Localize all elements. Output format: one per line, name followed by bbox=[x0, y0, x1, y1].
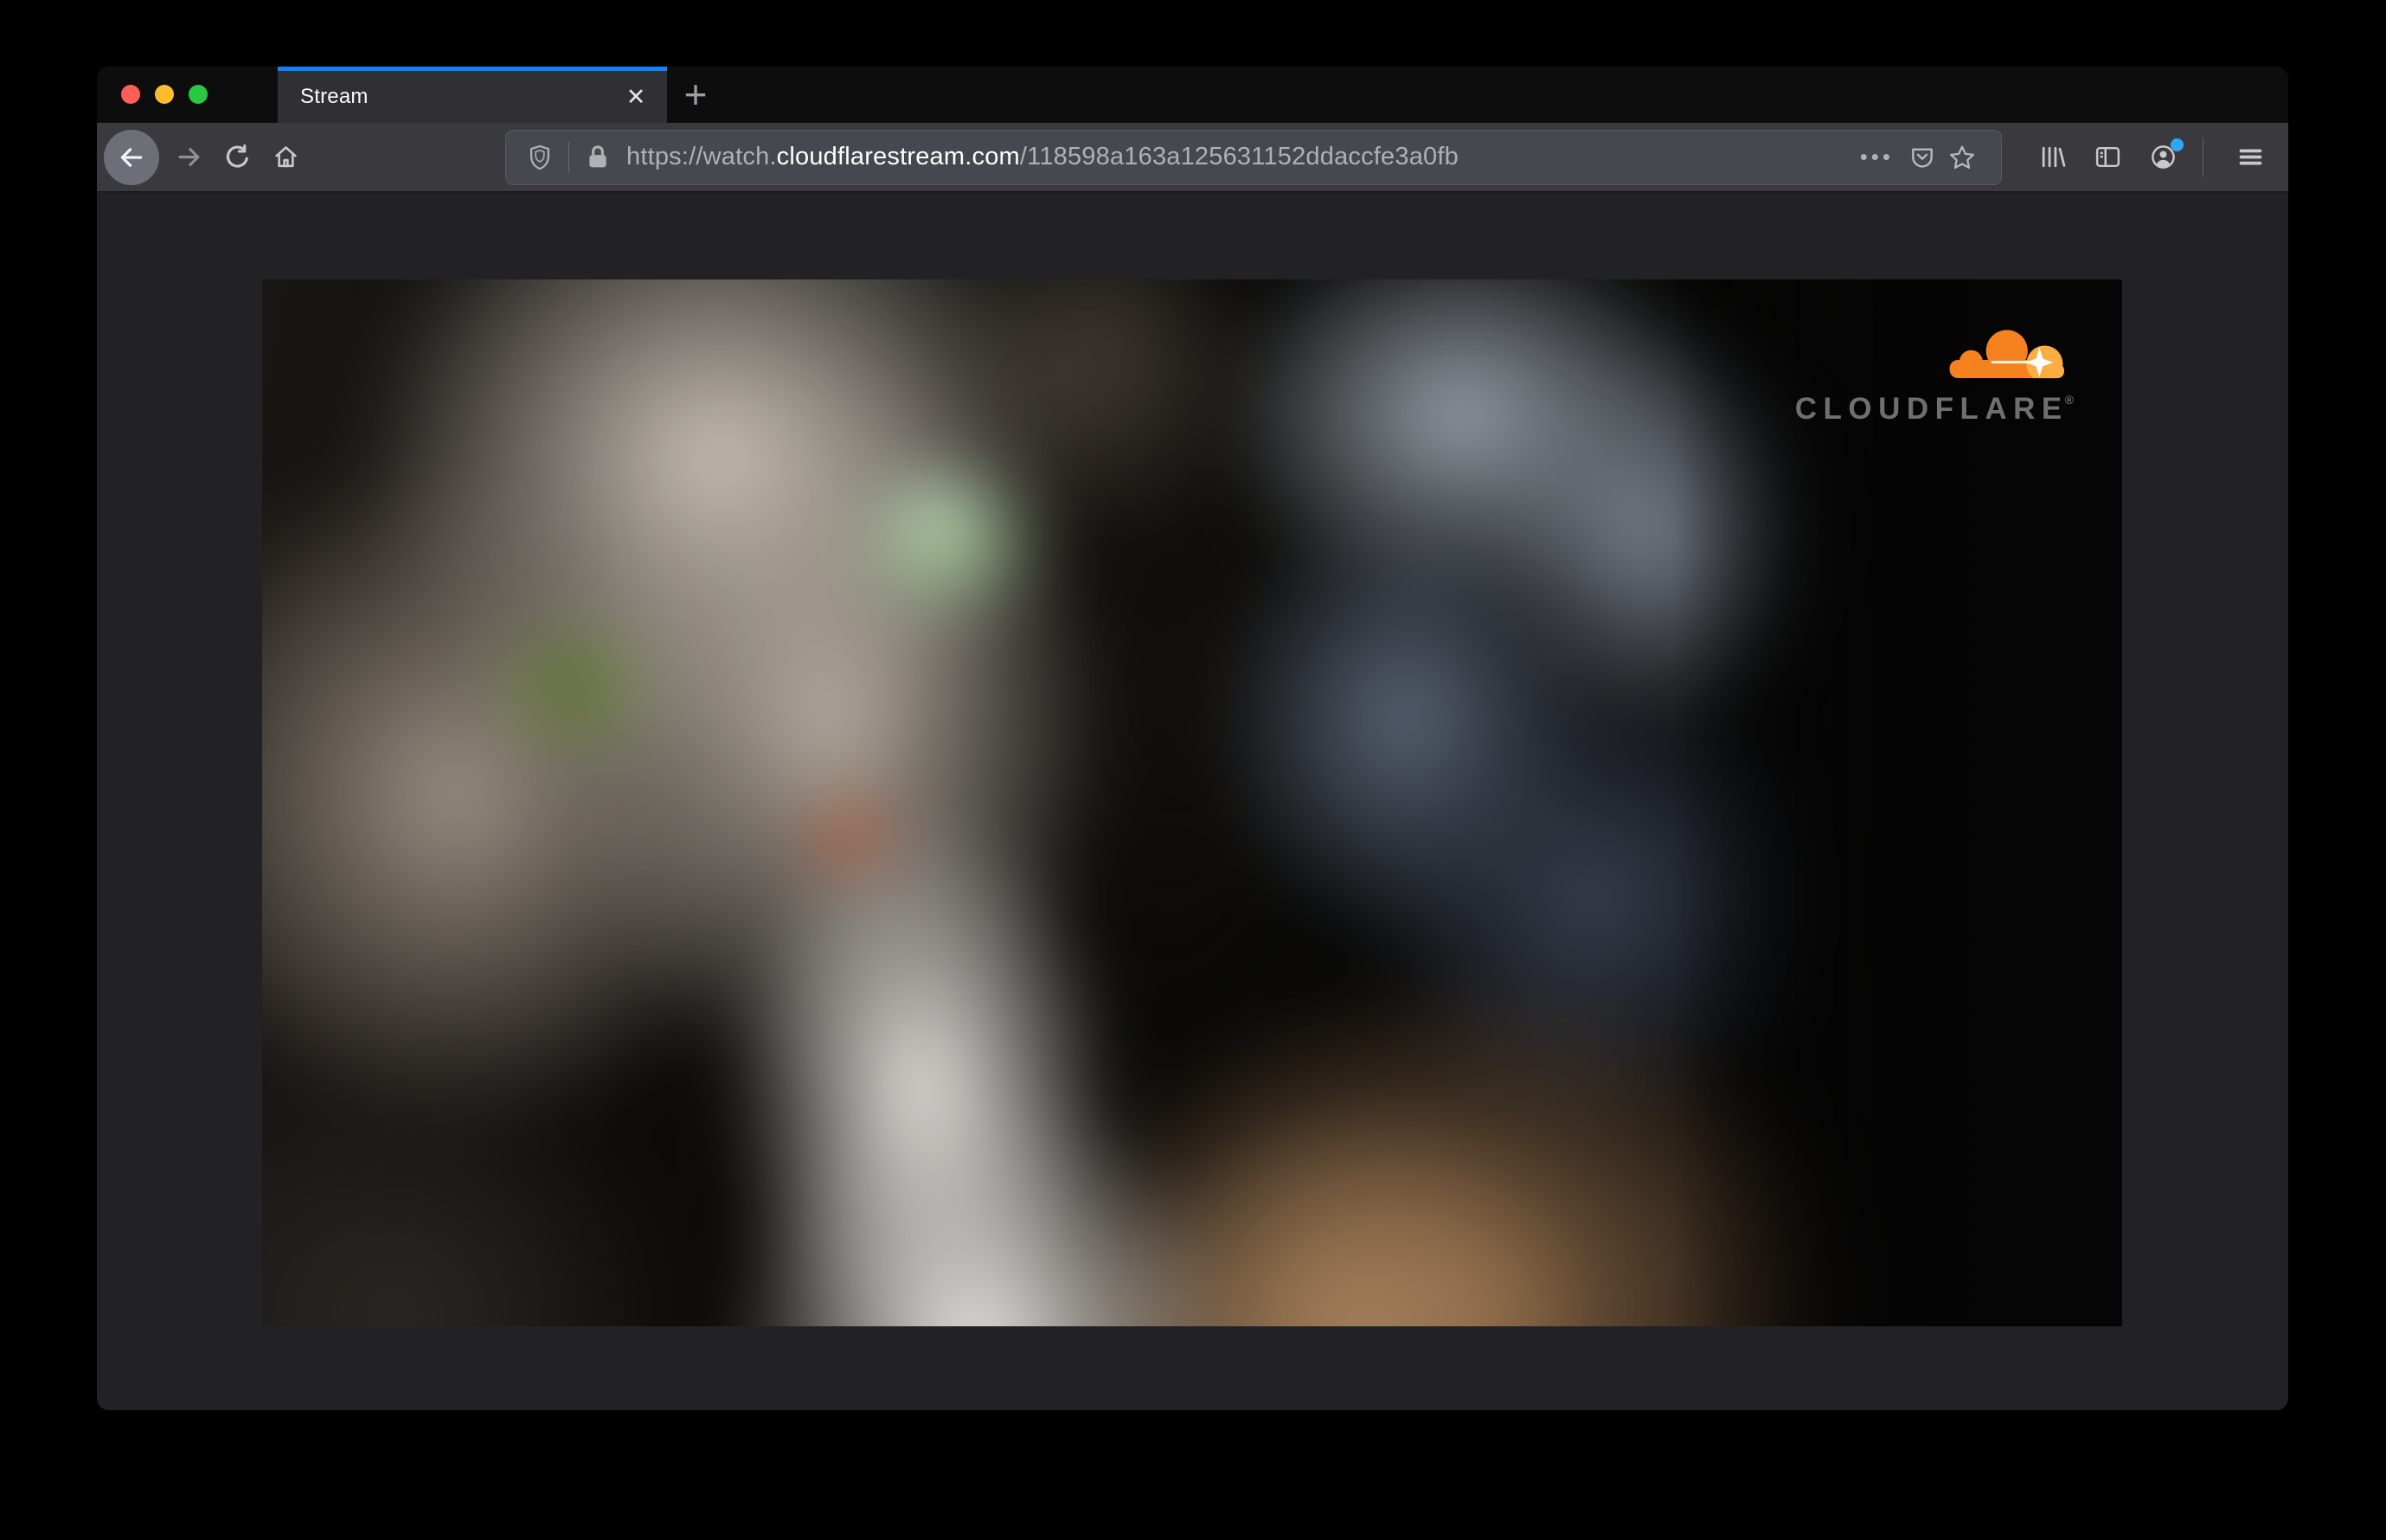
cat-nose bbox=[798, 786, 902, 887]
window-controls bbox=[121, 85, 208, 104]
refresh-icon bbox=[226, 144, 248, 168]
cloudflare-watermark: CLOUDFLARE® bbox=[1795, 324, 2074, 424]
star-icon bbox=[1950, 145, 1974, 169]
close-window-button[interactable] bbox=[121, 85, 140, 104]
home-button[interactable] bbox=[261, 133, 310, 182]
library-button[interactable] bbox=[2028, 133, 2076, 182]
page-actions-icon[interactable]: ••• bbox=[1860, 144, 1894, 170]
library-icon bbox=[2042, 146, 2065, 168]
desktop: { "window": { "controls": ["close", "min… bbox=[0, 0, 2386, 1540]
browser-window: Stream ✕ + https://watch.cloudflarestrea… bbox=[97, 67, 2288, 1410]
cloudflare-cloud-icon bbox=[1949, 330, 2065, 379]
forward-icon bbox=[178, 147, 199, 167]
cloudflare-wordmark-text: CLOUDFLARE bbox=[1794, 392, 2069, 427]
toolbar-right-cluster bbox=[2021, 133, 2274, 182]
sidebar-icon bbox=[2095, 146, 2120, 168]
video-player[interactable]: CLOUDFLARE® bbox=[262, 279, 2122, 1326]
menu-icon bbox=[2239, 149, 2261, 165]
tab-stream[interactable]: Stream ✕ bbox=[278, 67, 667, 123]
back-icon bbox=[120, 147, 143, 167]
video-right-shadow bbox=[1676, 279, 2122, 1326]
tracking-protection-shield-icon[interactable] bbox=[525, 143, 555, 172]
pocket-button[interactable] bbox=[1902, 138, 1942, 177]
bookmark-star-button[interactable] bbox=[1942, 138, 1982, 177]
account-notification-dot bbox=[2171, 138, 2184, 151]
url-text: https://watch.cloudflarestream.com/11859… bbox=[626, 143, 1853, 171]
url-path: /118598a163a125631152ddaccfe3a0fb bbox=[1019, 143, 1459, 170]
tab-close-icon[interactable]: ✕ bbox=[620, 81, 651, 112]
video-blob bbox=[727, 1075, 1229, 1326]
forward-button[interactable] bbox=[164, 133, 213, 182]
tab-bar: Stream ✕ + bbox=[97, 67, 2288, 123]
reload-button[interactable] bbox=[213, 133, 261, 182]
minimize-window-button[interactable] bbox=[155, 85, 174, 104]
cat-right-eye-highlight bbox=[895, 472, 988, 557]
account-button[interactable] bbox=[2139, 133, 2187, 182]
video-blob bbox=[262, 1054, 690, 1326]
home-icon bbox=[274, 146, 297, 168]
tab-title: Stream bbox=[300, 85, 369, 108]
cloudflare-trademark: ® bbox=[2064, 393, 2075, 407]
pocket-icon bbox=[1912, 147, 1933, 168]
cloudflare-wordmark: CLOUDFLARE® bbox=[1795, 394, 2074, 424]
back-button[interactable] bbox=[104, 129, 159, 185]
sidebar-toggle-button[interactable] bbox=[2083, 133, 2132, 182]
new-tab-button[interactable]: + bbox=[675, 74, 716, 115]
cat-left-pupil bbox=[541, 640, 605, 735]
navigation-toolbar: https://watch.cloudflarestream.com/11859… bbox=[97, 123, 2288, 192]
url-bar[interactable]: https://watch.cloudflarestream.com/11859… bbox=[505, 129, 2002, 185]
menu-button[interactable] bbox=[2226, 133, 2274, 182]
urlbar-divider bbox=[568, 141, 569, 173]
lock-icon[interactable] bbox=[583, 143, 613, 172]
zoom-window-button[interactable] bbox=[189, 85, 208, 104]
url-domain: cloudflarestream.com bbox=[776, 143, 1020, 170]
url-scheme: https://watch. bbox=[626, 143, 777, 170]
page-content: CLOUDFLARE® bbox=[97, 193, 2288, 1410]
